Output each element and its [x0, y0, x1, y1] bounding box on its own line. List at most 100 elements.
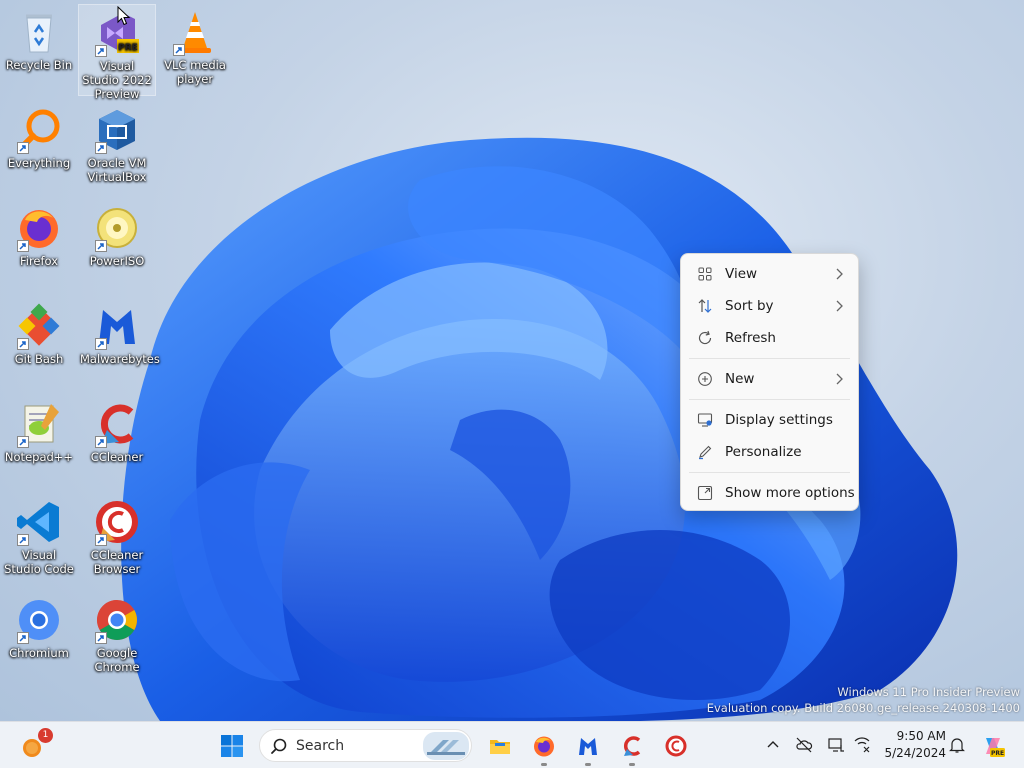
tray-onedrive[interactable] — [793, 734, 815, 756]
desktop-icon-virtualbox[interactable]: Oracle VM VirtualBox — [78, 102, 156, 194]
desktop-icon-chromium[interactable]: Chromium — [0, 592, 78, 684]
taskbar: 1 Search 9:50 AM 5/24/2024 PRE — [0, 721, 1024, 768]
expand-box-icon — [697, 485, 713, 501]
taskbar-malwarebytes[interactable] — [570, 722, 606, 768]
taskbar-file-explorer[interactable] — [482, 722, 518, 768]
vlc-cone-icon — [171, 8, 219, 56]
watermark-line-2: Evaluation copy. Build 26080.ge_release.… — [706, 701, 1020, 715]
taskbar-ccleaner[interactable] — [614, 722, 650, 768]
system-clock[interactable]: 9:50 AM 5/24/2024 — [880, 728, 946, 762]
desktop-icon-label: Chromium — [9, 646, 69, 660]
desktop-icon-poweriso[interactable]: PowerISO — [78, 200, 156, 292]
copilot-preview-badge: PRE — [991, 750, 1004, 757]
desktop-icon-label: Everything — [7, 156, 71, 170]
tray-display[interactable] — [825, 734, 847, 756]
desktop-icon-label: Google Chrome — [94, 646, 140, 674]
firefox-icon — [534, 736, 554, 756]
desktop-icon-label: Visual Studio 2022 Preview — [82, 59, 152, 101]
pencil-icon — [697, 444, 713, 460]
show-hidden-icons-button[interactable] — [762, 734, 784, 756]
desktop-icon-recycle-bin[interactable]: Recycle Bin — [0, 4, 78, 96]
menu-item-display-settings[interactable]: Display settings — [681, 404, 858, 436]
desktop-icon-ccleaner[interactable]: CCleaner — [78, 396, 156, 488]
copilot-button[interactable]: PRE — [976, 722, 1010, 768]
ccleaner-icon — [623, 735, 641, 756]
shortcut-arrow-icon — [173, 44, 185, 56]
menu-item-label: Refresh — [725, 330, 776, 346]
desktop-icon-google-chrome[interactable]: Google Chrome — [78, 592, 156, 684]
widgets-notification-badge: 1 — [38, 728, 53, 743]
taskbar-search-box[interactable]: Search — [259, 729, 472, 762]
virtualbox-cube-icon — [93, 106, 141, 154]
cloud-offline-icon — [796, 737, 813, 753]
desktop-icon-vscode[interactable]: Visual Studio Code — [0, 494, 78, 586]
ccleaner-icon — [93, 400, 141, 448]
desktop-icon-ccleaner-browser[interactable]: CCleaner Browser — [78, 494, 156, 586]
desktop-icon-label: CCleaner Browser — [90, 548, 144, 576]
git-bash-icon — [15, 302, 63, 350]
grid-view-icon — [697, 266, 713, 282]
desktop-icon-firefox[interactable]: Firefox — [0, 200, 78, 292]
malwarebytes-icon — [93, 302, 141, 350]
taskbar-firefox[interactable] — [526, 722, 562, 768]
shortcut-arrow-icon — [17, 338, 29, 350]
menu-item-label: Show more options — [725, 485, 855, 501]
copilot-icon: PRE — [986, 737, 1005, 757]
desktop-icon-vlc[interactable]: VLC media player — [156, 4, 234, 96]
network-ethernet-icon — [854, 737, 870, 753]
menu-divider — [689, 358, 850, 359]
folder-icon — [490, 739, 510, 754]
vscode-icon — [15, 498, 63, 546]
plus-circle-icon — [697, 371, 713, 387]
desktop-icon-notepad-plus-plus[interactable]: Notepad++ — [0, 396, 78, 488]
running-indicator — [629, 763, 635, 766]
widgets-button[interactable]: 1 — [14, 722, 54, 768]
menu-item-refresh[interactable]: Refresh — [681, 322, 858, 354]
windows-logo-icon — [221, 734, 243, 757]
chevron-right-icon — [836, 300, 843, 312]
desktop-icon-malwarebytes[interactable]: Malwarebytes — [78, 298, 160, 390]
desktop-icon-label: Visual Studio Code — [4, 548, 74, 576]
desktop-icon-everything[interactable]: Everything — [0, 102, 78, 194]
refresh-icon — [697, 330, 713, 346]
menu-item-sort-by[interactable]: Sort by — [681, 290, 858, 322]
bell-icon — [949, 738, 965, 753]
desktop-area[interactable]: Recycle Bin PRE Visual Studio 2022 Previ… — [0, 0, 1024, 721]
ccleaner-browser-icon — [93, 498, 141, 546]
desktop-icon-git-bash[interactable]: Git Bash — [0, 298, 78, 390]
desktop-icon-label: Notepad++ — [4, 450, 74, 464]
menu-item-label: View — [725, 266, 758, 282]
shortcut-arrow-icon — [95, 45, 107, 57]
shortcut-arrow-icon — [17, 240, 29, 252]
shortcut-arrow-icon — [95, 534, 107, 546]
menu-item-show-more-options[interactable]: Show more options — [681, 477, 858, 509]
chevron-up-icon — [767, 741, 779, 748]
chevron-right-icon — [836, 373, 843, 385]
preview-badge: PRE — [118, 43, 138, 53]
monitor-icon — [828, 738, 844, 752]
desktop-icon-label: PowerISO — [89, 254, 145, 268]
clock-date: 5/24/2024 — [884, 746, 946, 760]
search-placeholder: Search — [296, 737, 345, 754]
mouse-cursor-icon — [117, 6, 131, 26]
desktop-icon-label: Malwarebytes — [80, 352, 160, 366]
sort-arrows-icon — [697, 298, 713, 314]
menu-item-personalize[interactable]: Personalize — [681, 436, 858, 468]
menu-item-new[interactable]: New — [681, 363, 858, 395]
desktop-icon-label: Git Bash — [14, 352, 64, 366]
firefox-icon — [15, 204, 63, 252]
shortcut-arrow-icon — [95, 338, 107, 350]
menu-divider — [689, 399, 850, 400]
start-button[interactable] — [214, 722, 250, 768]
menu-item-label: Personalize — [725, 444, 802, 460]
menu-item-view[interactable]: View — [681, 258, 858, 290]
running-indicator — [585, 763, 591, 766]
shortcut-arrow-icon — [17, 632, 29, 644]
taskbar-ccleaner-browser[interactable] — [658, 722, 694, 768]
notifications-button[interactable] — [946, 734, 968, 756]
shortcut-arrow-icon — [95, 436, 107, 448]
chromium-icon — [15, 596, 63, 644]
poweriso-disc-icon — [93, 204, 141, 252]
desktop-icon-label: CCleaner — [90, 450, 144, 464]
tray-network[interactable] — [851, 734, 873, 756]
